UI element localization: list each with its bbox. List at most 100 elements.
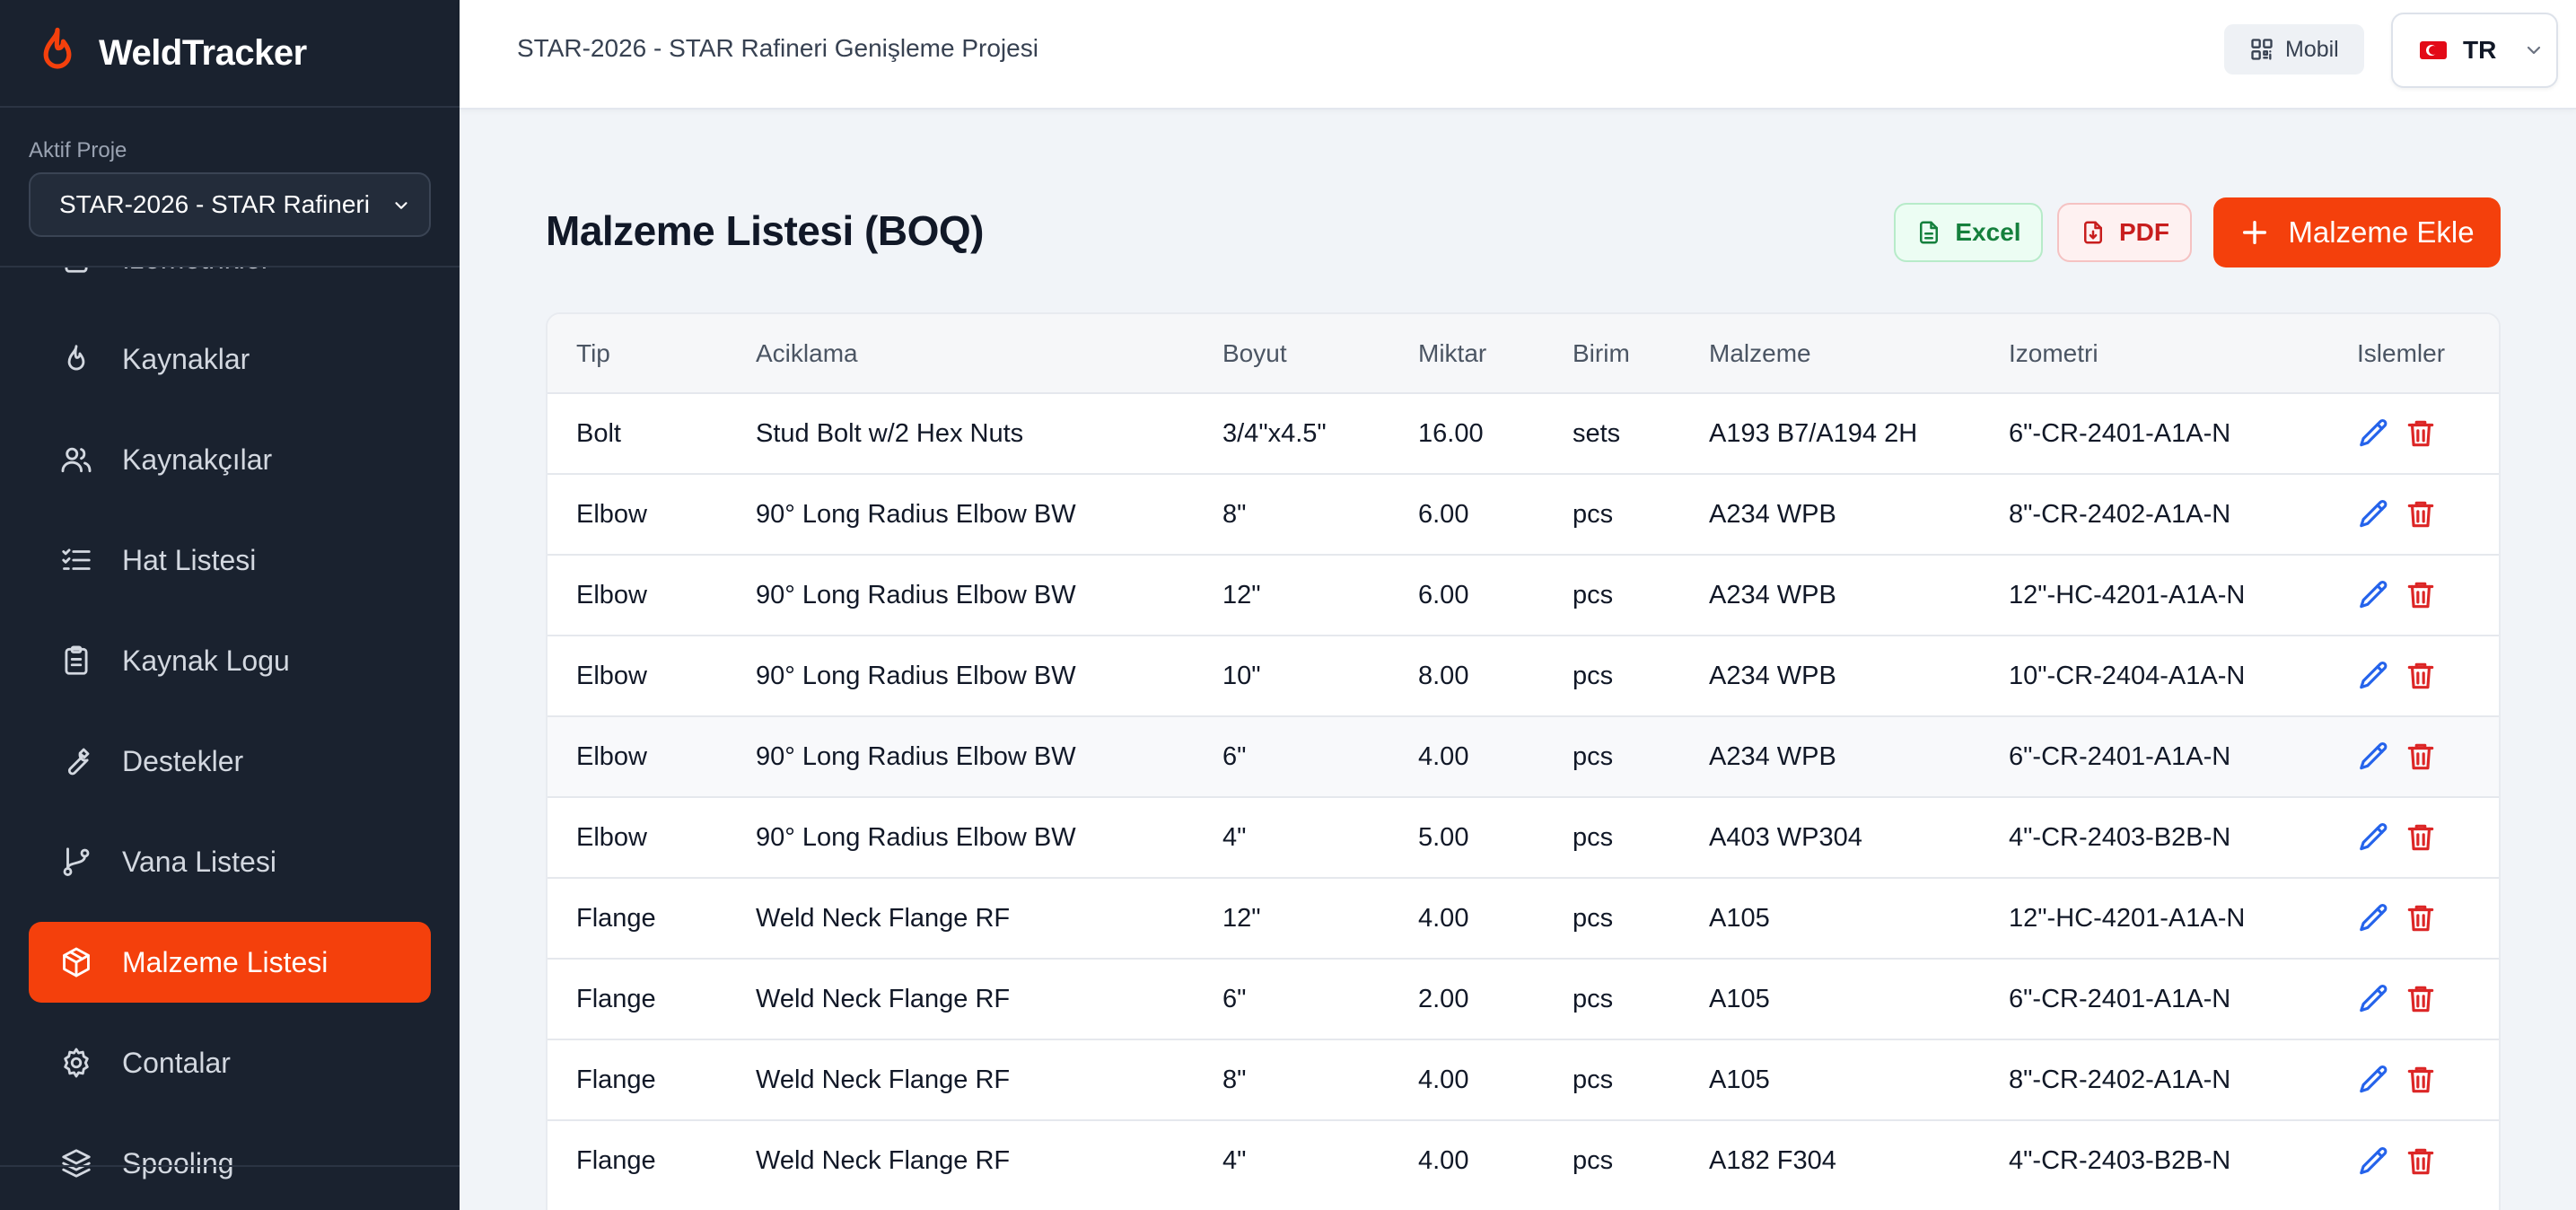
edit-pencil-icon[interactable] [2357,659,2391,693]
sidebar-item-label: Hat Listesi [122,543,257,576]
sidebar-item-destekler[interactable]: Destekler [29,721,431,802]
cell-tip: Flange [576,1065,656,1094]
chevron-down-icon [2528,46,2541,55]
edit-pencil-icon[interactable] [2357,416,2391,451]
language-code: TR [2463,36,2497,64]
cell-birim: pcs [1573,661,1614,690]
delete-trash-icon[interactable] [2404,1144,2438,1179]
delete-trash-icon[interactable] [2404,901,2438,935]
cell-malzeme: A234 WPB [1709,580,1836,609]
edit-pencil-icon[interactable] [2357,578,2391,612]
language-selector[interactable]: TR [2391,13,2558,88]
cell-malzeme: A105 [1709,903,1770,933]
sidebar-item-label: Vana Listesi [122,845,276,878]
column-header-birim: Birim [1573,338,1630,367]
cell-aciklama: Weld Neck Flange RF [756,903,1011,933]
export-excel-button[interactable]: Excel [1894,203,2043,262]
sidebar-item-spooling[interactable]: Spooling [29,1123,431,1204]
cell-birim: pcs [1573,1146,1614,1175]
cell-aciklama: 90° Long Radius Elbow BW [756,661,1076,690]
file-download-icon [2084,221,2102,244]
cell-miktar: 4.00 [1418,903,1469,933]
add-material-button[interactable]: Malzeme Ekle [2213,197,2501,267]
cell-boyut: 6" [1222,984,1247,1013]
delete-trash-icon[interactable] [2404,416,2438,451]
table-row: Elbow 90° Long Radius Elbow BW 4" 5.00 pcs A4… [548,797,2499,878]
cell-tip: Elbow [576,741,647,771]
cell-actions [2328,797,2499,878]
cell-malzeme: A105 [1709,1065,1770,1094]
delete-trash-icon[interactable] [2404,659,2438,693]
cell-tip: Elbow [576,822,647,852]
sidebar-item-kaynaklar[interactable]: Kaynaklar [29,319,431,399]
sidebar-item-label: Kaynaklar [122,342,250,375]
brand: WeldTracker [0,0,460,108]
edit-pencil-icon[interactable] [2357,982,2391,1016]
delete-trash-icon[interactable] [2404,740,2438,774]
plus-icon [2243,220,2267,245]
project-select[interactable]: STAR-2026 - STAR Rafineri [29,172,431,237]
edit-pencil-icon[interactable] [2357,1144,2391,1179]
cell-miktar: 4.00 [1418,741,1469,771]
sidebar-item-contalar[interactable]: Contalar [29,1022,431,1103]
cell-miktar: 4.00 [1418,1146,1469,1175]
export-pdf-button[interactable]: PDF [2057,203,2192,262]
table-row: Elbow 90° Long Radius Elbow BW 6" 4.00 pcs A2… [548,716,2499,797]
checklist-icon [62,548,91,570]
sidebar-item-malzeme-listesi[interactable]: Malzeme Listesi [29,922,431,1003]
cell-miktar: 16.00 [1418,418,1484,448]
cell-birim: sets [1573,418,1621,448]
cell-actions [2328,1120,2499,1201]
cell-actions [2328,636,2499,716]
cell-aciklama: Stud Bolt w/2 Hex Nuts [756,418,1024,448]
column-header-malzeme: Malzeme [1709,338,1811,367]
edit-pencil-icon[interactable] [2357,1063,2391,1097]
qr-code-icon [2251,39,2273,60]
materials-table-card: Tip Aciklama Boyut Miktar Birim Malzeme … [546,312,2501,1210]
cell-miktar: 6.00 [1418,499,1469,529]
cell-boyut: 6" [1222,741,1247,771]
flame-logo-icon [43,27,72,69]
sidebar-item-vana-listesi[interactable]: Vana Listesi [29,821,431,902]
add-material-label: Malzeme Ekle [2288,215,2475,249]
delete-trash-icon[interactable] [2404,578,2438,612]
delete-trash-icon[interactable] [2404,1063,2438,1097]
page-title: Malzeme Listesi (BOQ) [546,207,984,254]
materials-table: Tip Aciklama Boyut Miktar Birim Malzeme … [548,314,2499,1201]
active-project-label: Aktif Proje [29,138,127,162]
cell-tip: Elbow [576,499,647,529]
delete-trash-icon[interactable] [2404,982,2438,1016]
edit-pencil-icon[interactable] [2357,497,2391,531]
cell-actions [2328,555,2499,636]
column-header-miktar: Miktar [1418,338,1487,367]
sidebar-item-hat-listesi[interactable]: Hat Listesi [29,520,431,601]
cell-boyut: 3/4"x4.5" [1222,418,1327,448]
cell-birim: pcs [1573,741,1614,771]
delete-trash-icon[interactable] [2404,820,2438,855]
cell-malzeme: A234 WPB [1709,661,1836,690]
sidebar: WeldTracker Izometrikler Kaynaklar Kayna… [0,0,460,1210]
cell-actions [2328,716,2499,797]
cell-actions [2328,393,2499,474]
sidebar-item-kaynak-logu[interactable]: Kaynak Logu [29,620,431,701]
cell-miktar: 4.00 [1418,1065,1469,1094]
edit-pencil-icon[interactable] [2357,740,2391,774]
cell-actions [2328,474,2499,555]
cell-boyut: 12" [1222,903,1261,933]
edit-pencil-icon[interactable] [2357,901,2391,935]
table-row: Elbow 90° Long Radius Elbow BW 12" 6.00 pcs A… [548,555,2499,636]
cell-birim: pcs [1573,822,1614,852]
delete-trash-icon[interactable] [2404,497,2438,531]
cell-boyut: 10" [1222,661,1261,690]
export-excel-label: Excel [1955,218,2021,246]
cell-birim: pcs [1573,580,1614,609]
mobile-button[interactable]: Mobil [2224,24,2364,75]
cell-boyut: 4" [1222,822,1247,852]
cell-aciklama: Weld Neck Flange RF [756,1065,1011,1094]
cell-izometri: 4"-CR-2403-B2B-N [2009,822,2231,852]
edit-pencil-icon[interactable] [2357,820,2391,855]
cell-aciklama: 90° Long Radius Elbow BW [756,499,1076,529]
cell-actions [2328,959,2499,1039]
cell-boyut: 8" [1222,499,1247,529]
sidebar-item-kaynakcilar[interactable]: Kaynakçılar [29,419,431,500]
